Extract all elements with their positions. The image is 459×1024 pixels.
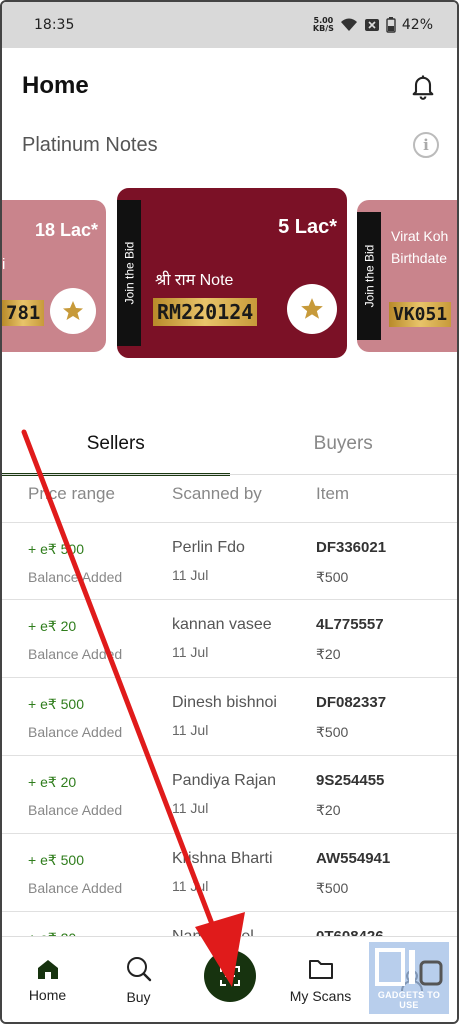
- tab-buyers[interactable]: Buyers: [230, 412, 458, 476]
- row-status: Balance Added: [28, 646, 123, 662]
- network-speed: 5.00 KB/S: [313, 17, 334, 33]
- row-item: 4L775557: [316, 616, 384, 633]
- app-screen: 18:35 5.00 KB/S 42% Home Platinum Notes …: [0, 0, 459, 1024]
- table-header: Price range Scanned by Item: [28, 484, 457, 504]
- row-item-price: ₹500: [316, 569, 349, 585]
- row-item-price: ₹500: [316, 724, 349, 740]
- note-card-left[interactable]: 18 Lac* i 781: [2, 200, 106, 352]
- card-serial: RM220124: [153, 298, 258, 326]
- card-amount: 5 Lac*: [278, 216, 337, 238]
- row-item: DF082337: [316, 694, 387, 711]
- column-price-range: Price range: [28, 484, 115, 503]
- sim-off-icon: [364, 19, 379, 31]
- row-price: + e₹ 500: [28, 541, 85, 557]
- star-icon: [63, 301, 83, 320]
- row-date: 11 Jul: [172, 722, 209, 738]
- row-date: 11 Jul: [172, 644, 209, 660]
- row-status: Balance Added: [28, 880, 123, 896]
- status-time: 18:35: [34, 17, 75, 33]
- card-note-name-line2: Birthdate: [391, 250, 448, 266]
- section-title: Platinum Notes: [22, 133, 158, 156]
- search-icon: [126, 956, 151, 981]
- table-row[interactable]: + e₹ 20 Balance Added Pandiya Rajan 11 J…: [2, 756, 457, 834]
- row-scanned-by: Krishna Bharti: [172, 850, 273, 867]
- row-scanned-by: Pandiya Rajan: [172, 772, 277, 789]
- row-price: + e₹ 500: [28, 696, 85, 712]
- status-icons: 5.00 KB/S 42%: [313, 17, 433, 34]
- tabs-divider: [2, 474, 457, 475]
- favorite-star-button[interactable]: [50, 288, 96, 334]
- nav-home[interactable]: Home: [2, 937, 93, 1022]
- watermark-text: GADGETS TO USE: [377, 990, 441, 1010]
- row-item-price: ₹500: [316, 880, 349, 896]
- join-bid-tab[interactable]: Join the Bid: [117, 200, 141, 346]
- row-date: 11 Jul: [172, 878, 209, 894]
- watermark-logo: GADGETS TO USE: [369, 942, 449, 1014]
- network-speed-unit: KB/S: [312, 24, 334, 33]
- scan-button[interactable]: [203, 949, 256, 1002]
- row-item-price: ₹20: [316, 802, 341, 818]
- bell-icon[interactable]: [409, 72, 437, 100]
- note-card-center[interactable]: Join the Bid 5 Lac* श्री राम Note RM2201…: [117, 188, 347, 358]
- join-bid-label: Join the Bid: [362, 244, 376, 308]
- card-serial: 781: [2, 300, 45, 326]
- nav-my-scans[interactable]: My Scans: [275, 937, 366, 1022]
- row-item-price: ₹20: [316, 646, 341, 662]
- row-item: 9S254455: [316, 772, 385, 789]
- card-note-name-line1: Virat Koh: [391, 228, 449, 244]
- wifi-icon: [340, 18, 357, 31]
- row-price: + e₹ 500: [28, 852, 85, 868]
- home-icon: [37, 959, 58, 979]
- row-date: 11 Jul: [172, 800, 209, 816]
- transactions-list: + e₹ 500 Balance Added Perlin Fdo 11 Jul…: [2, 522, 457, 990]
- battery-percent: 42%: [401, 17, 433, 33]
- row-item: AW554941: [316, 850, 391, 867]
- page-title: Home: [22, 72, 89, 99]
- row-price: + e₹ 20: [28, 774, 77, 790]
- join-bid-tab[interactable]: Join the Bid: [357, 212, 381, 340]
- table-row[interactable]: + e₹ 500 Balance Added Dinesh bishnoi 11…: [2, 678, 457, 756]
- note-card-right[interactable]: Join the Bid Virat Koh Birthdate VK051: [357, 200, 457, 352]
- row-date: 11 Jul: [172, 567, 209, 583]
- table-row[interactable]: + e₹ 500 Balance Added Perlin Fdo 11 Jul…: [2, 522, 457, 600]
- card-amount: 18 Lac*: [34, 220, 98, 240]
- nav-home-label: Home: [28, 986, 67, 1003]
- scan-icon: [219, 965, 240, 986]
- sellers-buyers-tabs: Sellers Buyers: [2, 412, 457, 476]
- battery-icon: [386, 17, 396, 33]
- nav-buy[interactable]: Buy: [93, 937, 184, 1022]
- folder-icon: [308, 959, 333, 979]
- platinum-notes-header: Platinum Notes i: [22, 132, 439, 158]
- status-bar: 18:35 5.00 KB/S 42%: [2, 2, 457, 48]
- card-serial: VK051: [389, 302, 452, 327]
- card-note-name: i: [2, 256, 6, 273]
- nav-my-scans-label: My Scans: [289, 987, 352, 1004]
- row-status: Balance Added: [28, 802, 123, 818]
- nav-scan[interactable]: [184, 937, 275, 1022]
- column-scanned-by: Scanned by: [172, 484, 262, 503]
- favorite-star-button[interactable]: [287, 284, 337, 334]
- nav-buy-label: Buy: [126, 988, 151, 1005]
- row-status: Balance Added: [28, 724, 123, 740]
- star-icon: [301, 298, 323, 319]
- table-row[interactable]: + e₹ 20 Balance Added kannan vasee 11 Ju…: [2, 600, 457, 678]
- join-bid-label: Join the Bid: [122, 241, 136, 305]
- table-row[interactable]: + e₹ 500 Balance Added Krishna Bharti 11…: [2, 834, 457, 912]
- row-scanned-by: Perlin Fdo: [172, 539, 245, 556]
- column-item: Item: [316, 484, 350, 503]
- info-icon[interactable]: i: [413, 132, 439, 158]
- card-note-name: श्री राम Note: [155, 272, 234, 289]
- tab-sellers[interactable]: Sellers: [2, 412, 230, 476]
- row-scanned-by: Dinesh bishnoi: [172, 694, 277, 711]
- row-price: + e₹ 20: [28, 618, 77, 634]
- row-item: DF336021: [316, 539, 387, 556]
- row-scanned-by: kannan vasee: [172, 616, 272, 633]
- row-status: Balance Added: [28, 569, 123, 585]
- app-header: Home: [2, 48, 457, 124]
